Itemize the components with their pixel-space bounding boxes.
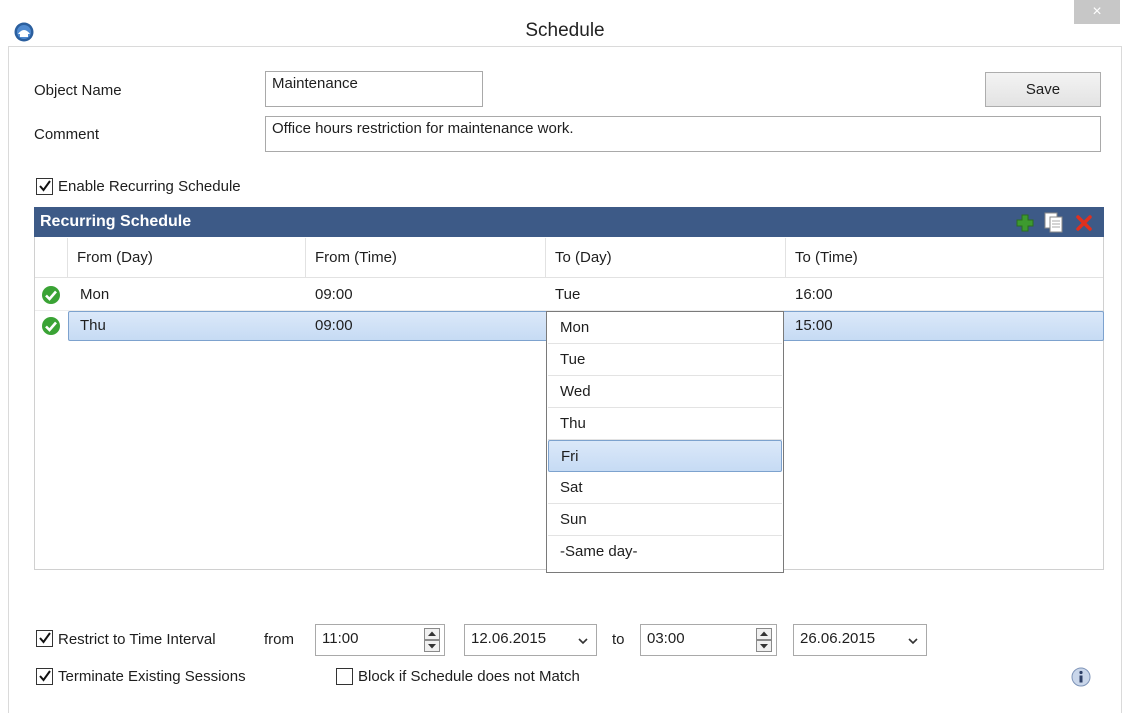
column-divider: [545, 238, 546, 278]
from-time-spinner[interactable]: [424, 628, 440, 652]
restrict-interval-checkbox[interactable]: [36, 630, 53, 647]
cell-to-time[interactable]: 16:00: [795, 279, 833, 311]
column-divider: [67, 238, 68, 278]
copy-icon[interactable]: [1044, 212, 1063, 233]
column-divider: [785, 238, 786, 278]
delete-icon[interactable]: [1076, 215, 1094, 233]
valid-check-icon: [41, 285, 61, 305]
cell-to-time[interactable]: 15:00: [795, 310, 833, 342]
column-header-to-day[interactable]: To (Day): [555, 238, 612, 278]
chevron-down-icon[interactable]: [576, 634, 590, 648]
to-time-value: 03:00: [647, 630, 685, 647]
chevron-down-icon[interactable]: [906, 634, 920, 648]
cell-from-time[interactable]: 09:00: [315, 310, 353, 342]
to-date-value: 26.06.2015: [800, 630, 876, 647]
object-name-input[interactable]: Maintenance: [265, 71, 483, 107]
block-if-no-match-label: Block if Schedule does not Match: [358, 668, 580, 685]
dropdown-option-same-day[interactable]: -Same day-: [548, 536, 782, 568]
header-divider: [35, 277, 1103, 278]
spinner-arrows-icon: [756, 628, 772, 652]
enable-recurring-label: Enable Recurring Schedule: [58, 178, 241, 195]
to-label: to: [612, 631, 625, 648]
checkmark-icon: [39, 180, 51, 192]
dropdown-option-sat[interactable]: Sat: [548, 472, 782, 504]
terminate-sessions-label: Terminate Existing Sessions: [58, 668, 246, 685]
comment-label: Comment: [34, 126, 100, 143]
block-if-no-match-checkbox[interactable]: [336, 668, 353, 685]
close-button[interactable]: ×: [1074, 0, 1120, 24]
info-icon[interactable]: [1071, 667, 1091, 687]
save-button[interactable]: Save: [985, 72, 1101, 107]
add-icon[interactable]: [1016, 214, 1034, 232]
valid-check-icon: [41, 316, 61, 336]
spinner-arrows-icon: [424, 628, 440, 652]
from-label: from: [264, 631, 294, 648]
column-header-from-time[interactable]: From (Time): [315, 238, 397, 278]
table-row[interactable]: Mon 09:00 Tue 16:00: [35, 279, 1103, 311]
to-day-dropdown-list[interactable]: Mon Tue Wed Thu Fri Sat Sun -Same day-: [546, 311, 784, 573]
restrict-interval-label: Restrict to Time Interval: [58, 631, 216, 648]
cell-to-day[interactable]: Tue: [555, 279, 580, 311]
comment-input[interactable]: Office hours restriction for maintenance…: [265, 116, 1101, 152]
checkmark-icon: [39, 670, 51, 682]
object-name-label: Object Name: [34, 82, 122, 99]
cell-from-day[interactable]: Mon: [80, 279, 109, 311]
column-header-from-day[interactable]: From (Day): [77, 238, 153, 278]
dropdown-option-mon[interactable]: Mon: [548, 312, 782, 344]
column-header-to-time[interactable]: To (Time): [795, 238, 858, 278]
terminate-sessions-checkbox[interactable]: [36, 668, 53, 685]
dropdown-option-sun[interactable]: Sun: [548, 504, 782, 536]
dropdown-option-wed[interactable]: Wed: [548, 376, 782, 408]
checkmark-icon: [39, 632, 51, 644]
to-time-spinner[interactable]: [756, 628, 772, 652]
dropdown-option-thu[interactable]: Thu: [548, 408, 782, 440]
dropdown-option-fri[interactable]: Fri: [548, 440, 782, 472]
cell-from-time[interactable]: 09:00: [315, 279, 353, 311]
column-divider: [305, 238, 306, 278]
grid-title-bar: Recurring Schedule: [34, 207, 1104, 237]
from-date-value: 12.06.2015: [471, 630, 547, 647]
window-title: Schedule: [525, 20, 605, 41]
dropdown-option-tue[interactable]: Tue: [548, 344, 782, 376]
from-time-value: 11:00: [322, 630, 359, 647]
enable-recurring-checkbox[interactable]: [36, 178, 53, 195]
cell-from-day[interactable]: Thu: [80, 310, 106, 342]
